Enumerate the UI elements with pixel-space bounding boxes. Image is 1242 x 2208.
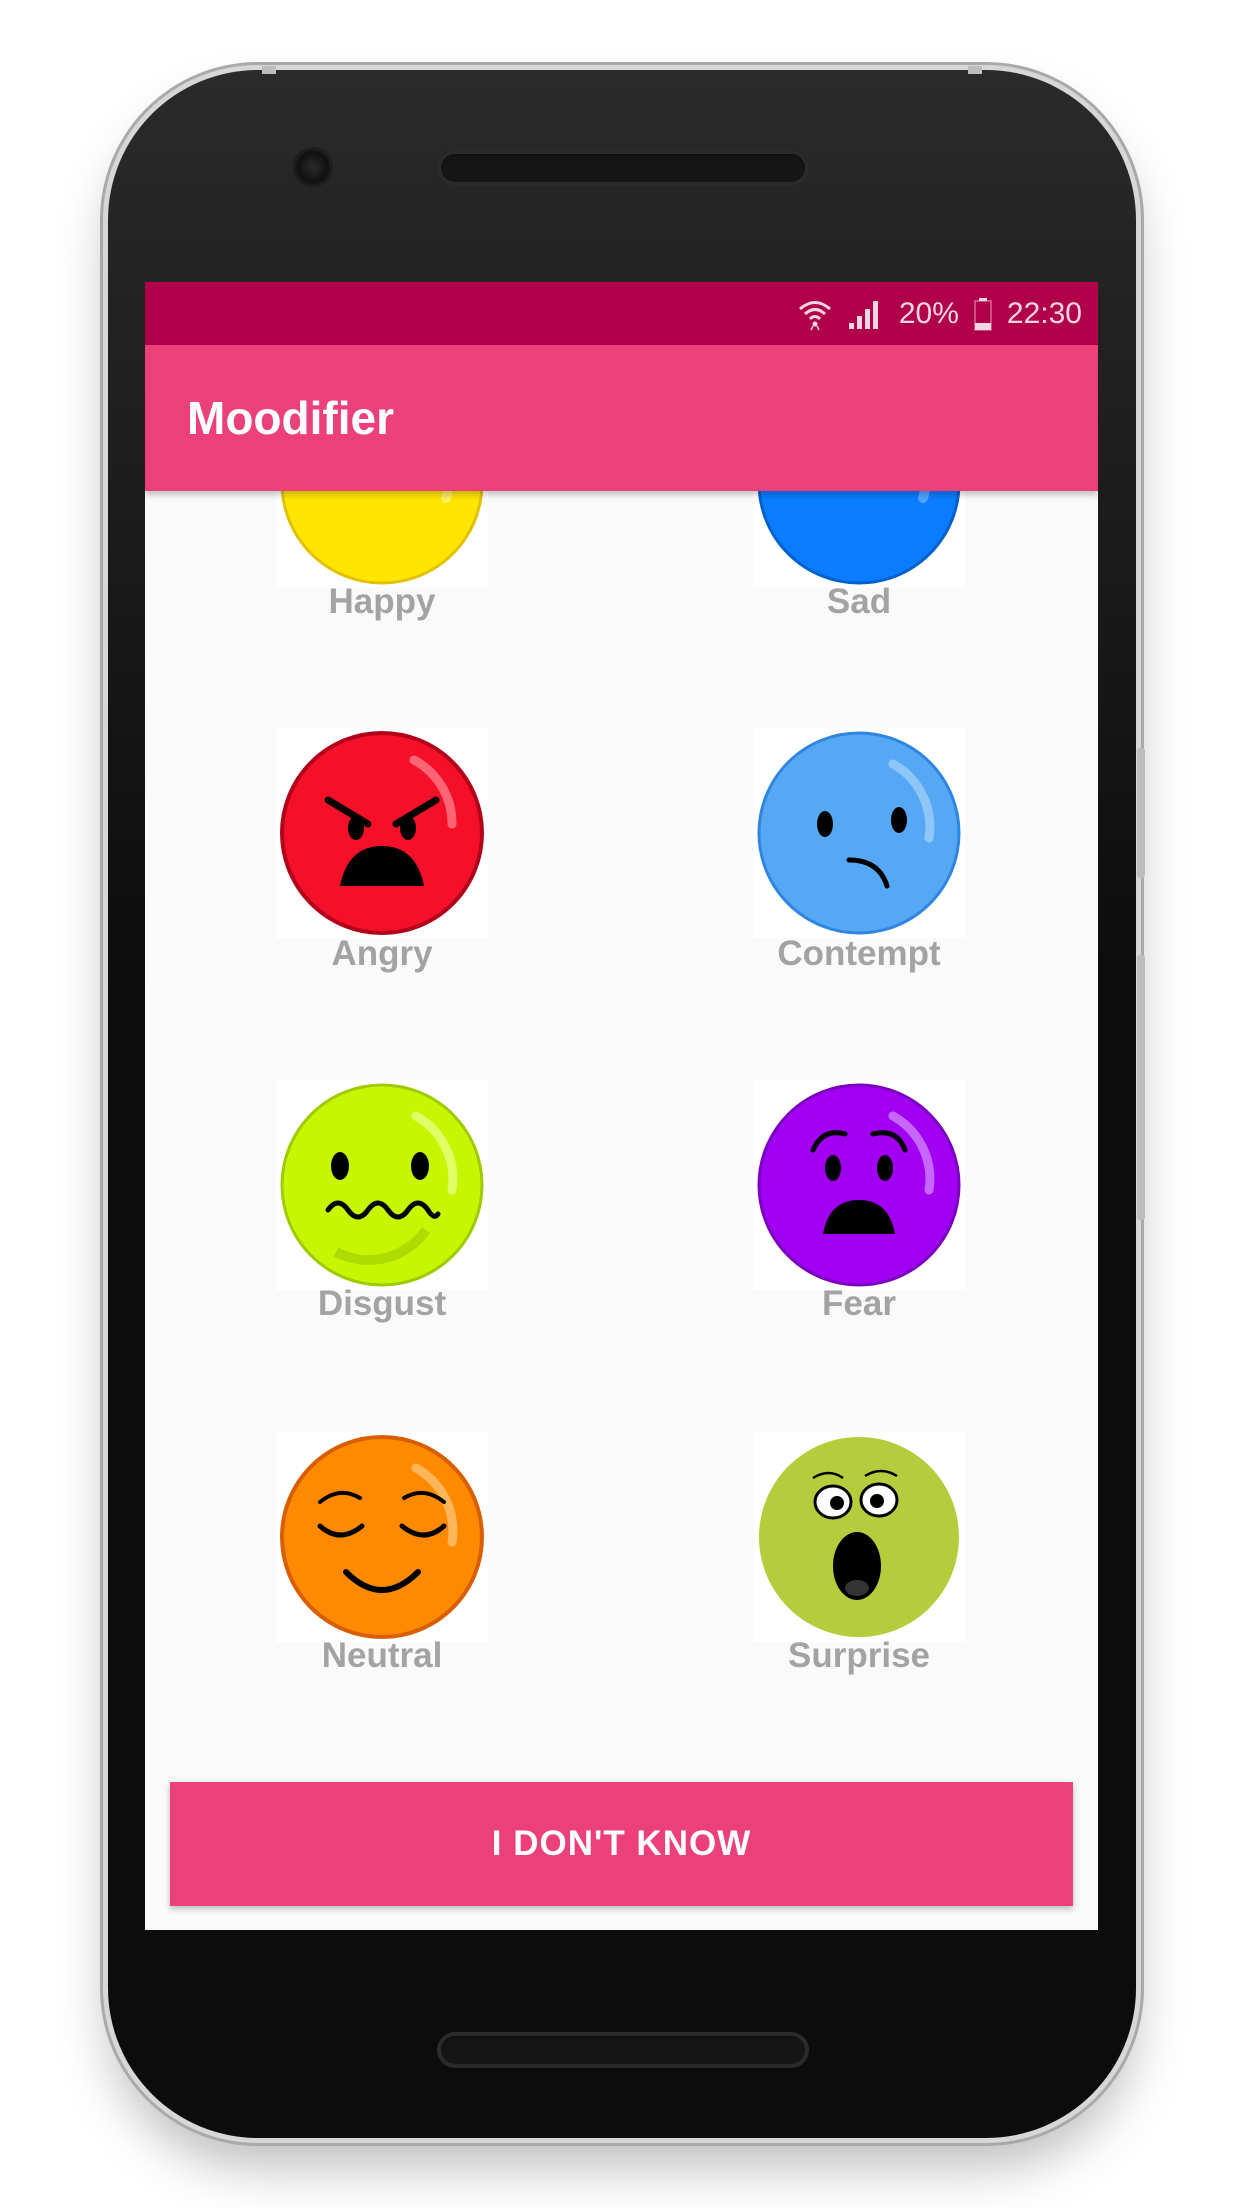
contempt-face-icon — [757, 731, 961, 935]
front-camera — [296, 150, 330, 184]
app-title: Moodifier — [187, 392, 394, 444]
phone-top-nub — [968, 66, 982, 74]
surprise-face-icon — [759, 1437, 959, 1637]
mood-label-neutral: Neutral — [321, 1636, 443, 1675]
mood-label-happy: Happy — [328, 582, 436, 621]
phone-top-nub — [262, 66, 276, 74]
fear-face-icon — [757, 1083, 961, 1287]
mood-label-fear: Fear — [822, 1284, 896, 1323]
mood-tile-neutral[interactable] — [276, 1432, 488, 1642]
phone-power-button — [1137, 748, 1145, 878]
neutral-face-icon — [280, 1435, 484, 1639]
mood-label-sad: Sad — [826, 582, 892, 621]
mood-tile-disgust[interactable] — [276, 1080, 488, 1290]
app-bar: Moodifier — [145, 345, 1098, 491]
mood-tile-fear[interactable] — [753, 1080, 965, 1290]
bottom-speaker — [437, 2032, 809, 2068]
mood-grid: Happy Sad Angry Contempt Disgust Fear Ne… — [145, 282, 1098, 1930]
mood-label-contempt: Contempt — [777, 934, 941, 973]
mood-tile-surprise[interactable] — [753, 1432, 965, 1642]
mood-tile-contempt[interactable] — [753, 728, 965, 938]
angry-face-icon — [280, 731, 484, 935]
disgust-face-icon — [280, 1083, 484, 1287]
mood-label-disgust: Disgust — [317, 1284, 447, 1323]
mood-tile-angry[interactable] — [276, 728, 488, 938]
top-speaker — [437, 150, 809, 186]
phone-volume-button — [1137, 955, 1145, 1220]
mood-label-angry: Angry — [331, 934, 433, 973]
app-screen: Happy Sad Angry Contempt Disgust Fear Ne… — [145, 282, 1098, 1930]
mood-label-surprise: Surprise — [788, 1636, 930, 1675]
